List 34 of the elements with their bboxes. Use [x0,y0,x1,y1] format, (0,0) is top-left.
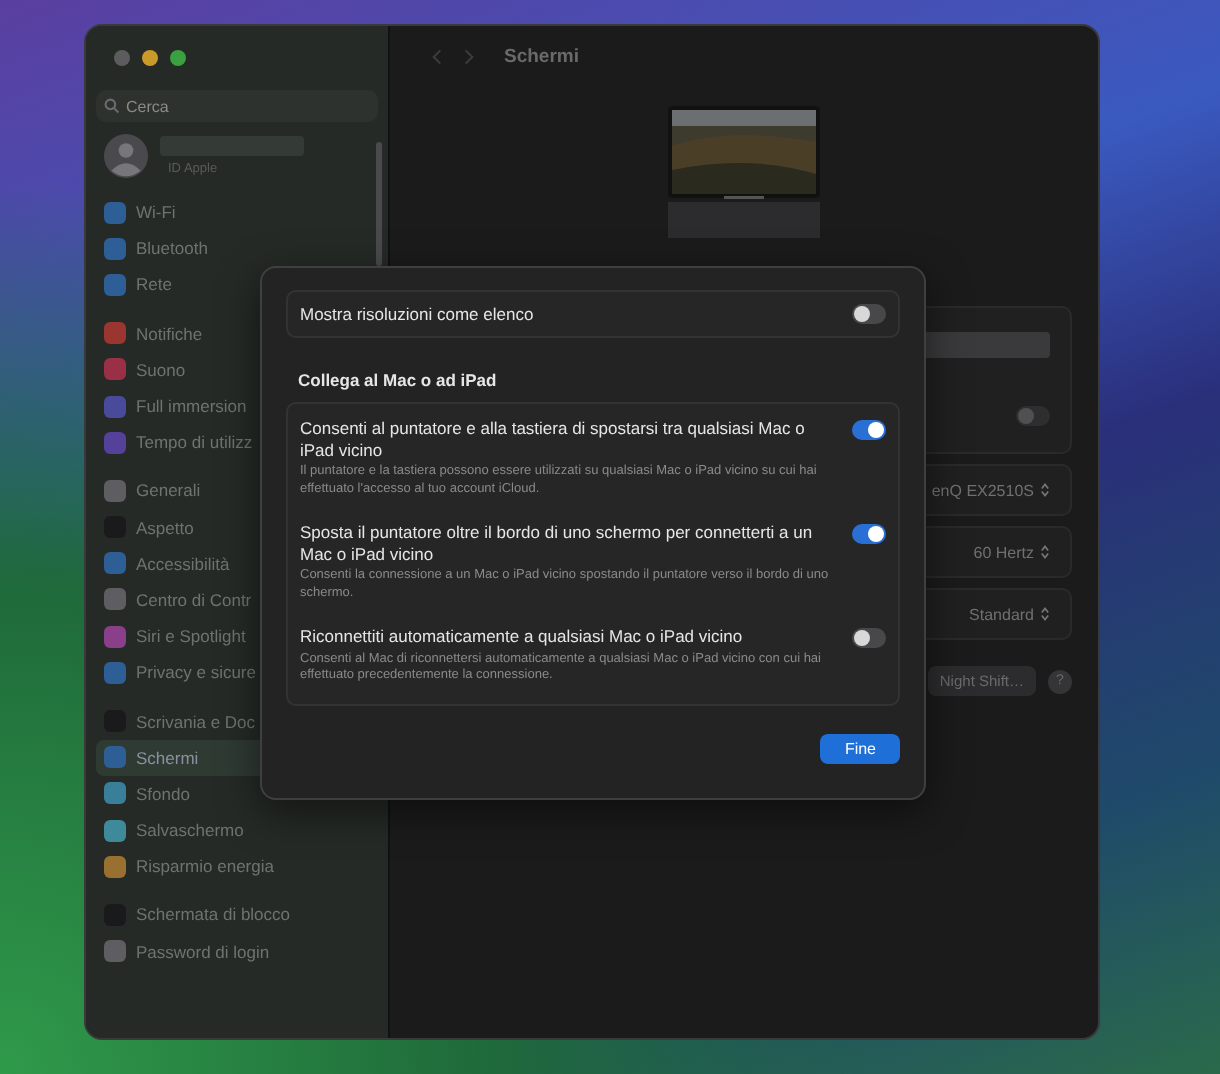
scrollbar[interactable] [376,142,382,266]
sidebar-item[interactable]: Rete [96,266,378,304]
sidebar-item[interactable]: Risparmio energia [96,848,378,885]
toggle-switch[interactable] [1016,406,1050,426]
option-title: Sposta il puntatore oltre il bordo di uno schermo per connetterti a un Mac o iPad vicino [300,522,815,565]
done-button[interactable]: Fine [820,733,900,764]
close-button[interactable] [114,50,130,66]
zoom-button[interactable] [170,50,186,66]
sidebar-item[interactable]: Password di login [96,933,378,970]
avatar-silhouette[interactable] [104,134,148,178]
row-label: Mostra risoluzioni come elenco [300,303,534,325]
sidebar-item[interactable]: Sfondo [96,775,378,812]
option-title: Consenti al puntatore e alla tastiera di spostarsi tra qualsiasi Mac o iPad vicino [300,418,807,461]
updown-arrows-icon [1040,606,1050,622]
sidebar-item[interactable]: Scrivania e Doc [96,702,378,740]
toggle-switch[interactable] [852,420,886,440]
popup-menu[interactable]: 60 Hertz [973,543,1050,561]
sidebar-item[interactable]: Salvaschermo [96,812,378,849]
window-title: Schermi [504,45,579,67]
popup-menu[interactable]: enQ EX2510S [931,481,1050,499]
minimize-button[interactable] [142,50,158,66]
toggle-switch[interactable] [852,524,886,545]
display-preview-drawing[interactable] [668,106,820,238]
toggle-switch[interactable] [852,304,886,324]
option-title: Riconnettiti automaticamente a qualsiasi Mac o iPad vicino [300,626,745,648]
updown-arrows-icon [1040,482,1050,498]
sidebar-item[interactable]: Wi-Fi [96,194,378,231]
sidebar-item[interactable]: Schermata di blocco [96,896,378,934]
sidebar-item[interactable]: Bluetooth [96,230,378,267]
toggle-switch[interactable] [852,628,886,649]
popup-menu[interactable]: Standard [969,605,1050,623]
updown-arrows-icon [1040,544,1050,560]
search-field[interactable]: Cerca [96,90,378,122]
section-title: Collega al Mac o ad iPad [298,370,499,390]
